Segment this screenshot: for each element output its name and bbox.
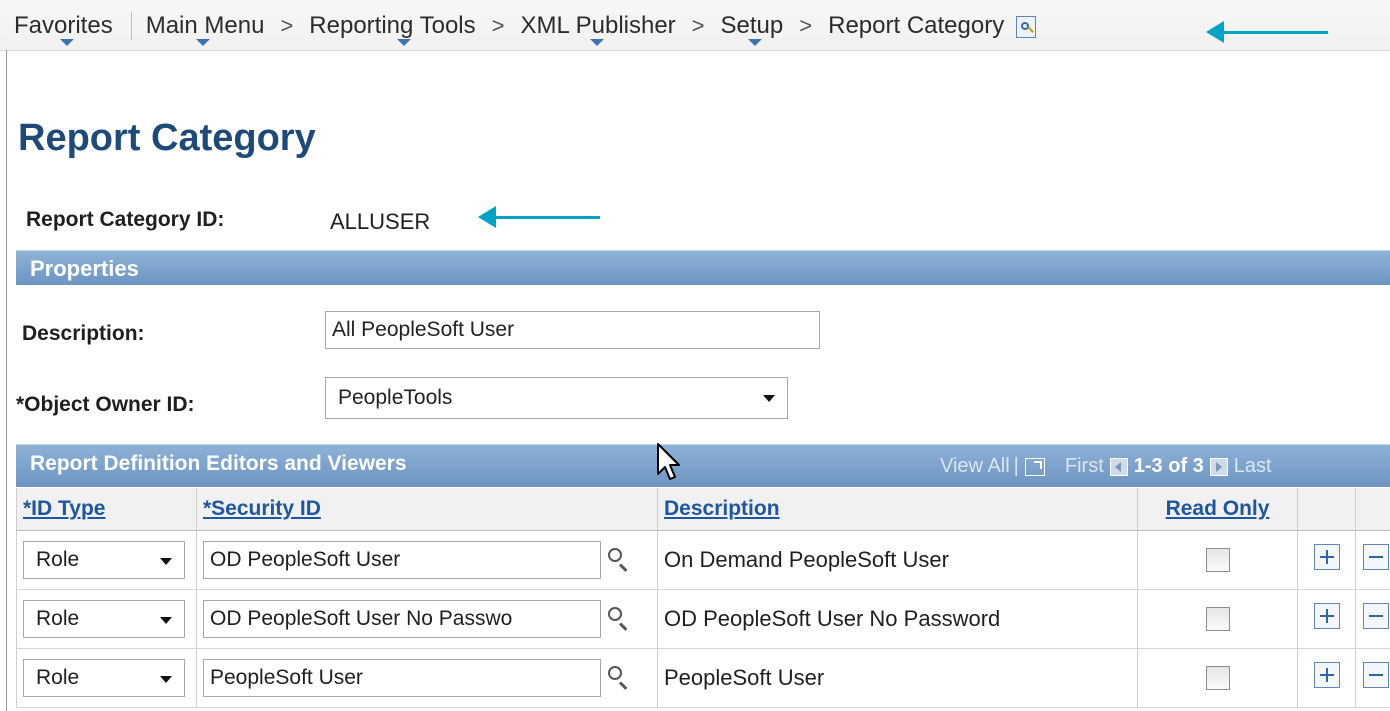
breadcrumb-setup[interactable]: Setup [720,12,784,46]
frame-divider [6,50,7,711]
column-header-read-only[interactable]: Read Only [1137,488,1298,531]
next-row-icon[interactable] [1209,457,1228,476]
dropdown-arrow-icon [160,558,172,565]
breadcrumb-reporting-tools-label: Reporting Tools [309,12,476,39]
breadcrumb-favorites[interactable]: Favorites [14,12,113,46]
chevron-down-icon[interactable] [747,39,762,46]
first-link[interactable]: First [1065,455,1104,478]
id-type-select[interactable]: Role [23,600,185,638]
breadcrumb-setup-label: Setup [720,12,784,39]
last-link[interactable]: Last [1234,455,1272,478]
plus-icon[interactable] [1313,662,1340,688]
column-header-security-id[interactable]: *Security ID [196,488,658,531]
search-page-icon[interactable] [1016,16,1037,38]
plus-icon[interactable] [1313,603,1340,629]
grid-navigation: View All | First 1-3 of 3 Last [940,455,1272,478]
minus-icon[interactable] [1363,603,1390,629]
annotation-arrow [1206,21,1328,43]
previous-row-icon[interactable] [1109,457,1128,476]
breadcrumb: Favorites Main Menu > Reporting Tools > … [14,12,1037,46]
view-all-link[interactable]: View All [940,455,1010,478]
row-description: PeopleSoft User [664,665,825,690]
magnifier-icon[interactable] [607,606,631,631]
plus-icon[interactable] [1313,544,1340,570]
table-row: Role OD PeopleSoft User On Demand People… [16,530,1390,590]
chevron-down-icon[interactable] [397,39,412,46]
minus-icon[interactable] [1363,662,1390,688]
dropdown-arrow-icon [763,395,775,402]
breadcrumb-report-category-label: Report Category [828,12,1005,39]
description-field[interactable]: All PeopleSoft User [325,311,820,349]
breadcrumb-reporting-tools[interactable]: Reporting Tools [309,12,476,46]
id-type-select[interactable]: Role [23,659,185,697]
id-type-value: Role [36,548,80,571]
object-owner-id-label: *Object Owner ID: [16,393,195,416]
security-grid: *ID Type *Security ID Description Read O… [16,488,1390,708]
id-type-value: Role [36,607,80,630]
row-description: OD PeopleSoft User No Password [664,606,1001,631]
magnifier-icon[interactable] [607,665,631,690]
id-type-value: Role [36,666,80,689]
breadcrumb-xml-publisher-label: XML Publisher [520,12,676,39]
grid-title: Report Definition Editors and Viewers [30,452,407,475]
breadcrumb-separator: > [799,13,813,38]
breadcrumb-favorites-label: Favorites [14,12,113,39]
page-title: Report Category [18,117,316,159]
breadcrumb-separator: > [280,13,294,38]
security-id-field[interactable]: OD PeopleSoft User No Passwo [203,600,601,638]
grid-nav-separator: | [1013,455,1019,477]
chevron-down-icon[interactable] [195,39,210,46]
magnifier-icon[interactable] [607,547,631,572]
report-category-id-label: Report Category ID: [26,208,225,231]
row-description: On Demand PeopleSoft User [664,547,949,572]
breadcrumb-main-menu-label: Main Menu [145,12,265,39]
row-range: 1-3 of 3 [1133,455,1204,477]
grid-header-row: *ID Type *Security ID Description Read O… [16,488,1390,531]
read-only-checkbox[interactable] [1205,666,1230,690]
column-header-id-type[interactable]: *ID Type [16,488,197,531]
column-header-remove [1355,488,1390,531]
report-category-id-value: ALLUSER [330,209,431,234]
breadcrumb-main-menu[interactable]: Main Menu [145,12,265,46]
properties-section-header: Properties [16,250,1390,285]
id-type-select[interactable]: Role [23,541,185,579]
column-header-description[interactable]: Description [657,488,1138,531]
table-row: Role OD PeopleSoft User No Passwo OD Peo… [16,589,1390,649]
breadcrumb-bar: Favorites Main Menu > Reporting Tools > … [0,0,1390,51]
properties-section-title: Properties [30,256,139,281]
object-owner-id-select[interactable]: PeopleTools [325,377,788,419]
security-id-field[interactable]: OD PeopleSoft User [203,541,601,579]
breadcrumb-separator: > [691,13,705,38]
popup-window-icon[interactable] [1024,457,1045,476]
mouse-cursor-icon [657,443,680,480]
annotation-arrow [478,206,600,228]
column-header-add [1297,488,1356,531]
description-label: Description: [22,322,145,345]
breadcrumb-report-category: Report Category [828,12,1004,46]
read-only-checkbox[interactable] [1205,607,1230,631]
dropdown-arrow-icon [160,676,172,683]
breadcrumb-separator: > [491,13,505,38]
table-row: Role PeopleSoft User PeopleSoft User [16,648,1390,708]
dropdown-arrow-icon [160,617,172,624]
minus-icon[interactable] [1363,544,1390,570]
breadcrumb-xml-publisher[interactable]: XML Publisher [520,12,676,46]
chevron-down-icon[interactable] [60,39,74,46]
chevron-down-icon[interactable] [590,39,605,46]
read-only-checkbox[interactable] [1205,548,1230,572]
security-id-field[interactable]: PeopleSoft User [203,659,601,697]
breadcrumb-divider [130,12,132,40]
object-owner-id-value: PeopleTools [338,386,453,409]
